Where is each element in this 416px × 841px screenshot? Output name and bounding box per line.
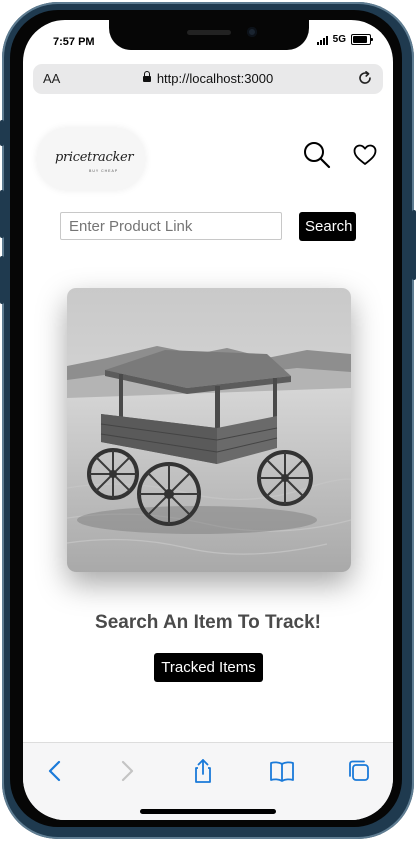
back-icon[interactable] bbox=[41, 757, 69, 785]
logo-text: pricetracker bbox=[55, 150, 134, 165]
logo-tagline: BUY CHEAP bbox=[89, 169, 119, 173]
search-button[interactable]: Search bbox=[299, 212, 356, 241]
url-display[interactable]: http://localhost:3000 bbox=[33, 71, 383, 86]
phone-power-button bbox=[412, 210, 416, 280]
page-headline: Search An Item To Track! bbox=[95, 612, 321, 633]
forward-icon[interactable] bbox=[113, 757, 141, 785]
signal-icon bbox=[316, 35, 328, 45]
tabs-icon[interactable] bbox=[345, 757, 373, 785]
share-icon[interactable] bbox=[189, 757, 217, 785]
search-icon[interactable] bbox=[303, 140, 331, 170]
network-label: 5G bbox=[332, 34, 346, 45]
url-text: http://localhost:3000 bbox=[156, 71, 274, 86]
status-time: 7:57 PM bbox=[53, 36, 95, 48]
lock-icon bbox=[142, 71, 151, 82]
home-indicator[interactable] bbox=[140, 809, 276, 814]
battery-icon bbox=[351, 34, 373, 45]
earpiece-speaker bbox=[187, 30, 231, 35]
hero-image bbox=[67, 288, 351, 572]
phone-side-button bbox=[0, 120, 4, 146]
front-camera bbox=[247, 27, 257, 37]
address-bar[interactable]: AA http://localhost:3000 bbox=[33, 64, 383, 94]
phone-volume-up-button bbox=[0, 190, 4, 238]
heart-icon[interactable] bbox=[353, 144, 377, 166]
browser-toolbar bbox=[23, 742, 393, 820]
phone-screen: 7:57 PM 5G AA http://localhost:3000 pric… bbox=[23, 20, 393, 820]
product-link-input[interactable] bbox=[60, 212, 282, 240]
status-indicators: 5G bbox=[316, 34, 373, 45]
cart-illustration bbox=[67, 288, 351, 572]
notch bbox=[109, 20, 309, 50]
reload-icon[interactable] bbox=[357, 70, 373, 86]
tracked-items-button[interactable]: Tracked Items bbox=[154, 653, 263, 682]
phone-volume-down-button bbox=[0, 256, 4, 304]
site-logo[interactable]: pricetracker BUY CHEAP bbox=[37, 128, 145, 190]
bookmarks-icon[interactable] bbox=[268, 757, 296, 785]
